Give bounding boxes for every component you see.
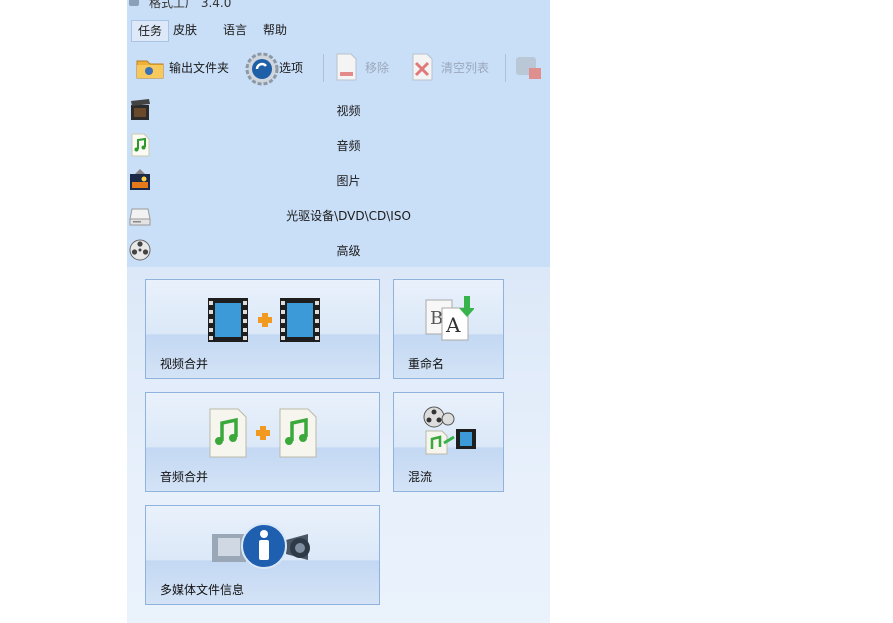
toolbar-separator xyxy=(505,54,506,82)
audio-merge-icon xyxy=(209,408,317,458)
clear-list-label: 清空列表 xyxy=(441,60,490,75)
app-window: 格式工厂 3.4.0 任务 皮肤 语言 帮助 输出文件夹 选项 移除 清空列表 … xyxy=(127,0,550,623)
toolbar-separator xyxy=(323,54,324,82)
media-info-icon xyxy=(212,523,310,569)
tile-label: 重命名 xyxy=(408,357,445,371)
options-label: 选项 xyxy=(279,60,304,75)
menu-language[interactable]: 语言 xyxy=(217,20,253,40)
category-audio[interactable]: 音频 xyxy=(127,129,550,163)
menu-task[interactable]: 任务 xyxy=(131,20,170,42)
options-button[interactable]: 选项 xyxy=(245,50,304,86)
menu-bar: 任务 皮肤 语言 帮助 xyxy=(127,20,550,42)
category-picture[interactable]: 图片 xyxy=(127,164,550,198)
rename-tile[interactable]: B A 重命名 xyxy=(393,279,504,379)
category-label: 视频 xyxy=(336,104,361,118)
remove-document-icon xyxy=(331,52,361,82)
video-merge-tile[interactable]: 视频合并 xyxy=(145,279,380,379)
category-advanced[interactable]: 高级 xyxy=(127,234,550,268)
folder-icon xyxy=(135,52,165,82)
toolbar: 输出文件夹 选项 移除 清空列表 xyxy=(127,46,550,88)
menu-help[interactable]: 帮助 xyxy=(257,20,293,40)
audio-merge-tile[interactable]: 音频合并 xyxy=(145,392,380,492)
remove-label: 移除 xyxy=(365,60,390,75)
menu-skin[interactable]: 皮肤 xyxy=(167,20,203,40)
tile-label: 混流 xyxy=(408,470,433,484)
category-label: 光驱设备\DVD\CD\ISO xyxy=(286,209,411,223)
video-merge-icon xyxy=(208,298,320,342)
output-folder-label: 输出文件夹 xyxy=(169,60,230,75)
svg-text:B: B xyxy=(430,308,443,329)
window-title: 格式工厂 3.4.0 xyxy=(149,0,232,10)
svg-text:A: A xyxy=(445,313,461,337)
app-logo-icon xyxy=(129,0,139,6)
category-optical-drive[interactable]: 光驱设备\DVD\CD\ISO xyxy=(127,199,550,233)
media-info-tile[interactable]: 多媒体文件信息 xyxy=(145,505,380,605)
gear-icon xyxy=(245,52,279,86)
category-label: 音频 xyxy=(336,139,361,153)
stop-button[interactable] xyxy=(513,50,543,84)
rename-icon: B A xyxy=(425,296,474,341)
remove-button[interactable]: 移除 xyxy=(331,50,389,84)
stop-icon xyxy=(513,52,543,82)
mux-tile[interactable]: 混流 xyxy=(393,392,504,492)
tile-label: 多媒体文件信息 xyxy=(160,583,245,597)
clear-list-icon xyxy=(407,52,437,82)
title-bar: 格式工厂 3.4.0 xyxy=(127,0,550,14)
category-label: 高级 xyxy=(336,244,361,258)
tools-panel: 视频合并 B A 重命名 音频合并 混流 多媒体文件信息 xyxy=(127,267,550,623)
mux-icon xyxy=(423,406,476,455)
clear-list-button[interactable]: 清空列表 xyxy=(407,50,489,84)
tile-label: 音频合并 xyxy=(160,470,209,484)
tile-label: 视频合并 xyxy=(160,357,209,371)
category-video[interactable]: 视频 xyxy=(127,94,550,128)
output-folder-button[interactable]: 输出文件夹 xyxy=(135,50,229,84)
category-label: 图片 xyxy=(336,174,361,188)
